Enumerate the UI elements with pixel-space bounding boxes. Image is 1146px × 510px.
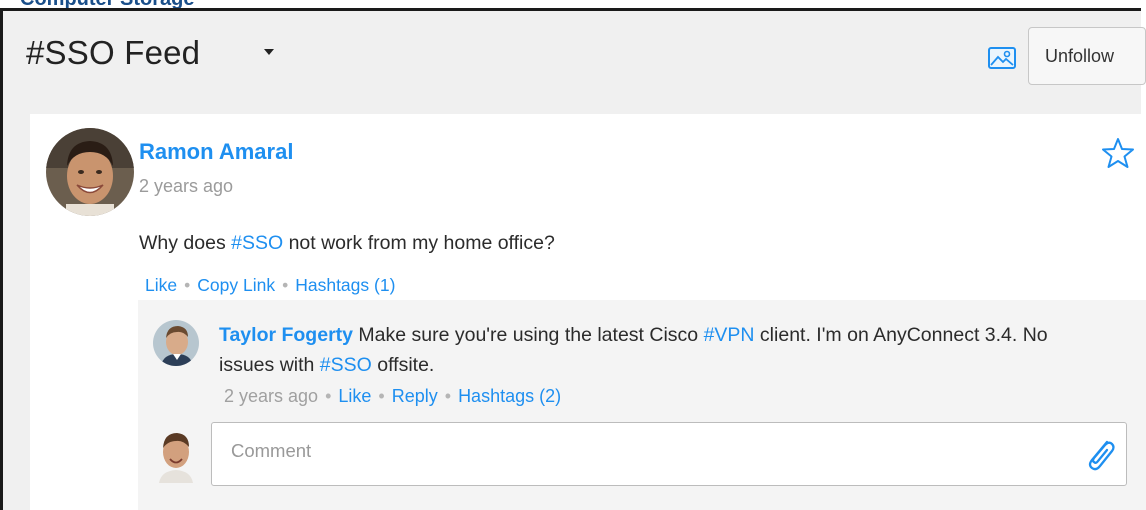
separator-dot: • [325, 386, 332, 406]
post-timestamp: 2 years ago [139, 176, 234, 196]
reply-like-link[interactable]: Like [338, 386, 371, 406]
reply-reply-link[interactable]: Reply [392, 386, 438, 406]
like-link[interactable]: Like [145, 275, 177, 295]
avatar[interactable] [153, 320, 199, 366]
reply-actions: 2 years ago • Like • Reply • Hashtags (2) [224, 386, 561, 407]
comment-input[interactable] [211, 422, 1127, 486]
avatar [151, 425, 201, 483]
post-author-link[interactable]: Ramon Amaral [139, 139, 293, 165]
reply-author-link[interactable]: Taylor Fogerty [219, 324, 353, 346]
separator-dot: • [282, 275, 289, 295]
post-body-text: Why does [139, 232, 232, 254]
unfollow-button[interactable]: Unfollow [1028, 27, 1146, 85]
chevron-down-icon[interactable] [264, 49, 274, 55]
separator-dot: • [444, 386, 452, 406]
page-title: #SSO Feed [26, 34, 201, 71]
comment-placeholder: Comment [231, 440, 312, 461]
hashtag-link[interactable]: #VPN [704, 324, 755, 346]
hashtag-link[interactable]: #SSO [320, 354, 372, 376]
paperclip-icon[interactable] [1083, 436, 1117, 474]
hashtags-link[interactable]: Hashtags (1) [295, 275, 395, 295]
post-body-text: not work from my home office? [283, 232, 555, 254]
image-icon[interactable] [985, 43, 1019, 73]
post-actions: Like • Copy Link • Hashtags (1) [145, 275, 395, 296]
hashtag-link[interactable]: #SSO [231, 232, 283, 254]
separator-dot: • [378, 386, 385, 406]
reply-hashtags-link[interactable]: Hashtags (2) [458, 386, 561, 406]
reply-text: Taylor Fogerty Make sure you're using th… [219, 320, 1099, 380]
avatar[interactable] [46, 128, 134, 216]
separator-dot: • [184, 275, 191, 295]
star-outline-icon[interactable] [1101, 137, 1135, 169]
reply-body-text: offsite. [371, 354, 435, 376]
reply-body-text: Make sure you're using the latest Cisco [353, 324, 704, 346]
post-body: Why does #SSO not work from my home offi… [139, 232, 555, 255]
reply-timestamp: 2 years ago [224, 386, 319, 406]
copy-link-link[interactable]: Copy Link [197, 275, 275, 295]
